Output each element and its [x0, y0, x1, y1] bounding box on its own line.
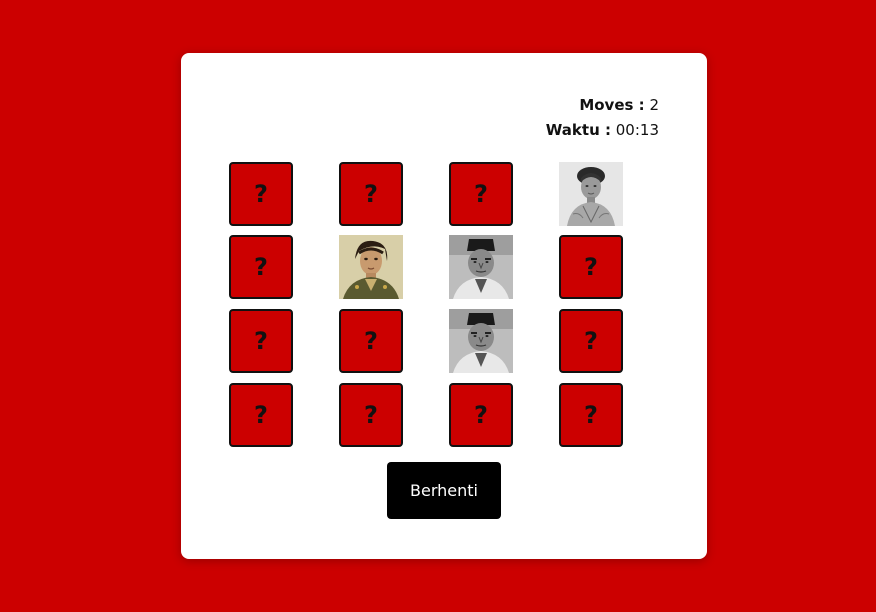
card-hidden[interactable]: ?: [339, 309, 403, 373]
question-mark: ?: [254, 180, 268, 208]
time-value: 00:13: [615, 121, 659, 139]
card-hidden[interactable]: ?: [559, 309, 623, 373]
stats-panel: Moves : 2 Waktu : 00:13: [546, 93, 659, 143]
game-panel: Moves : 2 Waktu : 00:13 ? ? ? ? ? ? ? ? …: [181, 53, 707, 559]
card-revealed-man-peci[interactable]: [449, 309, 513, 373]
card-revealed-kartini[interactable]: [559, 162, 623, 226]
card-hidden[interactable]: ?: [229, 235, 293, 299]
moves-value: 2: [649, 96, 659, 114]
timer: Waktu : 00:13: [546, 118, 659, 143]
moves-counter: Moves : 2: [546, 93, 659, 118]
portrait-man-peci-image: [449, 235, 513, 299]
question-mark: ?: [584, 253, 598, 281]
question-mark: ?: [474, 180, 488, 208]
question-mark: ?: [254, 401, 268, 429]
card-hidden[interactable]: ?: [229, 383, 293, 447]
time-label: Waktu :: [545, 121, 611, 139]
portrait-woman-uniform-image: [339, 235, 403, 299]
card-hidden[interactable]: ?: [229, 162, 293, 226]
question-mark: ?: [254, 327, 268, 355]
card-hidden[interactable]: ?: [339, 383, 403, 447]
question-mark: ?: [584, 327, 598, 355]
question-mark: ?: [364, 401, 378, 429]
card-hidden[interactable]: ?: [229, 309, 293, 373]
question-mark: ?: [474, 401, 488, 429]
card-hidden[interactable]: ?: [449, 383, 513, 447]
question-mark: ?: [584, 401, 598, 429]
portrait-man-peci-image: [449, 309, 513, 373]
card-hidden[interactable]: ?: [339, 162, 403, 226]
question-mark: ?: [254, 253, 268, 281]
moves-label: Moves :: [579, 96, 645, 114]
question-mark: ?: [364, 180, 378, 208]
card-revealed-man-peci[interactable]: [449, 235, 513, 299]
card-hidden[interactable]: ?: [559, 383, 623, 447]
card-hidden[interactable]: ?: [449, 162, 513, 226]
card-hidden[interactable]: ?: [559, 235, 623, 299]
card-grid: ? ? ? ? ? ? ? ? ? ? ? ?: [229, 162, 623, 447]
card-revealed-cut-nyak-dhien[interactable]: [339, 235, 403, 299]
stop-button[interactable]: Berhenti: [387, 462, 501, 519]
question-mark: ?: [364, 327, 378, 355]
portrait-woman-kebaya-image: [559, 162, 623, 226]
